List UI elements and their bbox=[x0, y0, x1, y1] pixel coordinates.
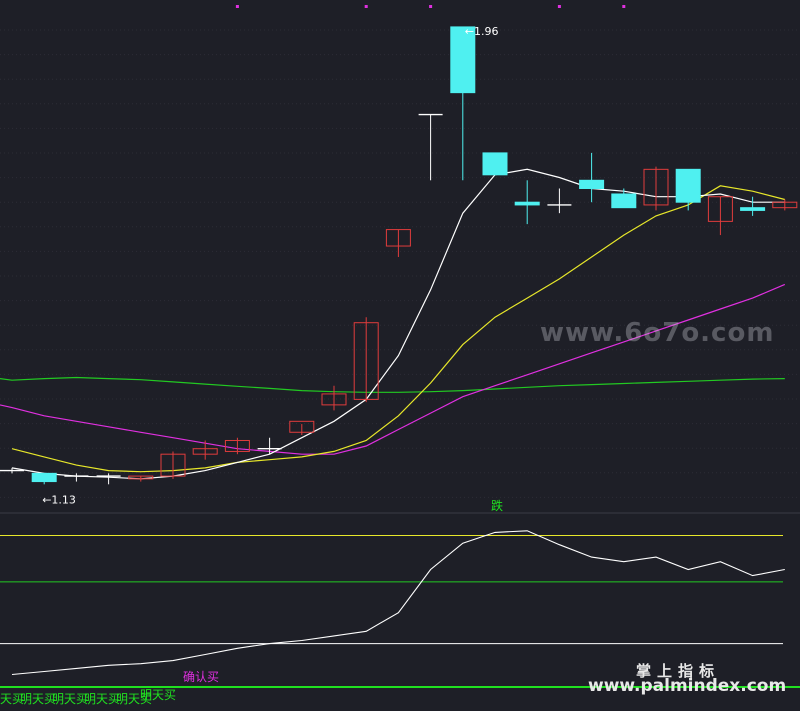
candle bbox=[385, 229, 411, 257]
candle bbox=[547, 188, 572, 214]
candle bbox=[482, 152, 508, 176]
indicator-line bbox=[11, 530, 785, 676]
top-marker bbox=[364, 5, 368, 8]
stock-chart: ←1.96 ←1.13 跌确认买 天买 明天买 明天买 明天买 明天买 明天买 www.6o7o… bbox=[0, 0, 800, 711]
sell-signal-label: 跌 bbox=[491, 498, 503, 513]
candle bbox=[772, 199, 798, 211]
candle bbox=[192, 440, 218, 460]
candle-body bbox=[514, 201, 540, 206]
candle-body bbox=[579, 179, 605, 190]
candle bbox=[643, 166, 669, 211]
buy-label: 明天买 bbox=[84, 692, 120, 706]
buy-label: 明天买 bbox=[20, 692, 56, 706]
candle-body bbox=[482, 152, 508, 176]
candle bbox=[96, 473, 121, 485]
chart-canvas: ←1.96 ←1.13 跌确认买天买明天买明天买明天买明天买明天买 bbox=[0, 5, 800, 706]
candle bbox=[321, 385, 347, 411]
high-price-label: ←1.96 bbox=[465, 25, 499, 38]
candle bbox=[514, 180, 540, 225]
top-marker bbox=[622, 5, 626, 8]
buy-confirm-label: 确认买 bbox=[183, 670, 219, 684]
price-gridlines bbox=[0, 29, 800, 498]
candle bbox=[675, 168, 701, 211]
candle bbox=[128, 475, 154, 482]
candle bbox=[450, 26, 476, 181]
ma-magenta-line bbox=[0, 283, 786, 455]
candle bbox=[353, 317, 379, 403]
top-marker bbox=[557, 5, 561, 8]
candle-body bbox=[31, 472, 57, 483]
candle-body bbox=[675, 168, 701, 203]
low-price-label: ←1.13 bbox=[42, 494, 76, 507]
watermark-main: www.6o7o.com bbox=[540, 318, 775, 348]
buy-signal-labels: 天买明天买明天买明天买明天买明天买 bbox=[0, 688, 176, 706]
top-marker bbox=[429, 5, 433, 8]
candle-body bbox=[740, 207, 766, 211]
top-marker bbox=[235, 5, 239, 8]
ma-green-line bbox=[0, 376, 785, 393]
candle bbox=[611, 188, 637, 209]
candle bbox=[224, 437, 250, 455]
watermark-url: www.palmindex.com bbox=[588, 676, 787, 696]
candle bbox=[64, 473, 89, 482]
candle bbox=[31, 472, 57, 485]
candle bbox=[418, 113, 443, 181]
candle-body bbox=[611, 193, 637, 209]
buy-label: 明天买 bbox=[52, 692, 88, 706]
buy-label: 明天买 bbox=[140, 688, 176, 702]
